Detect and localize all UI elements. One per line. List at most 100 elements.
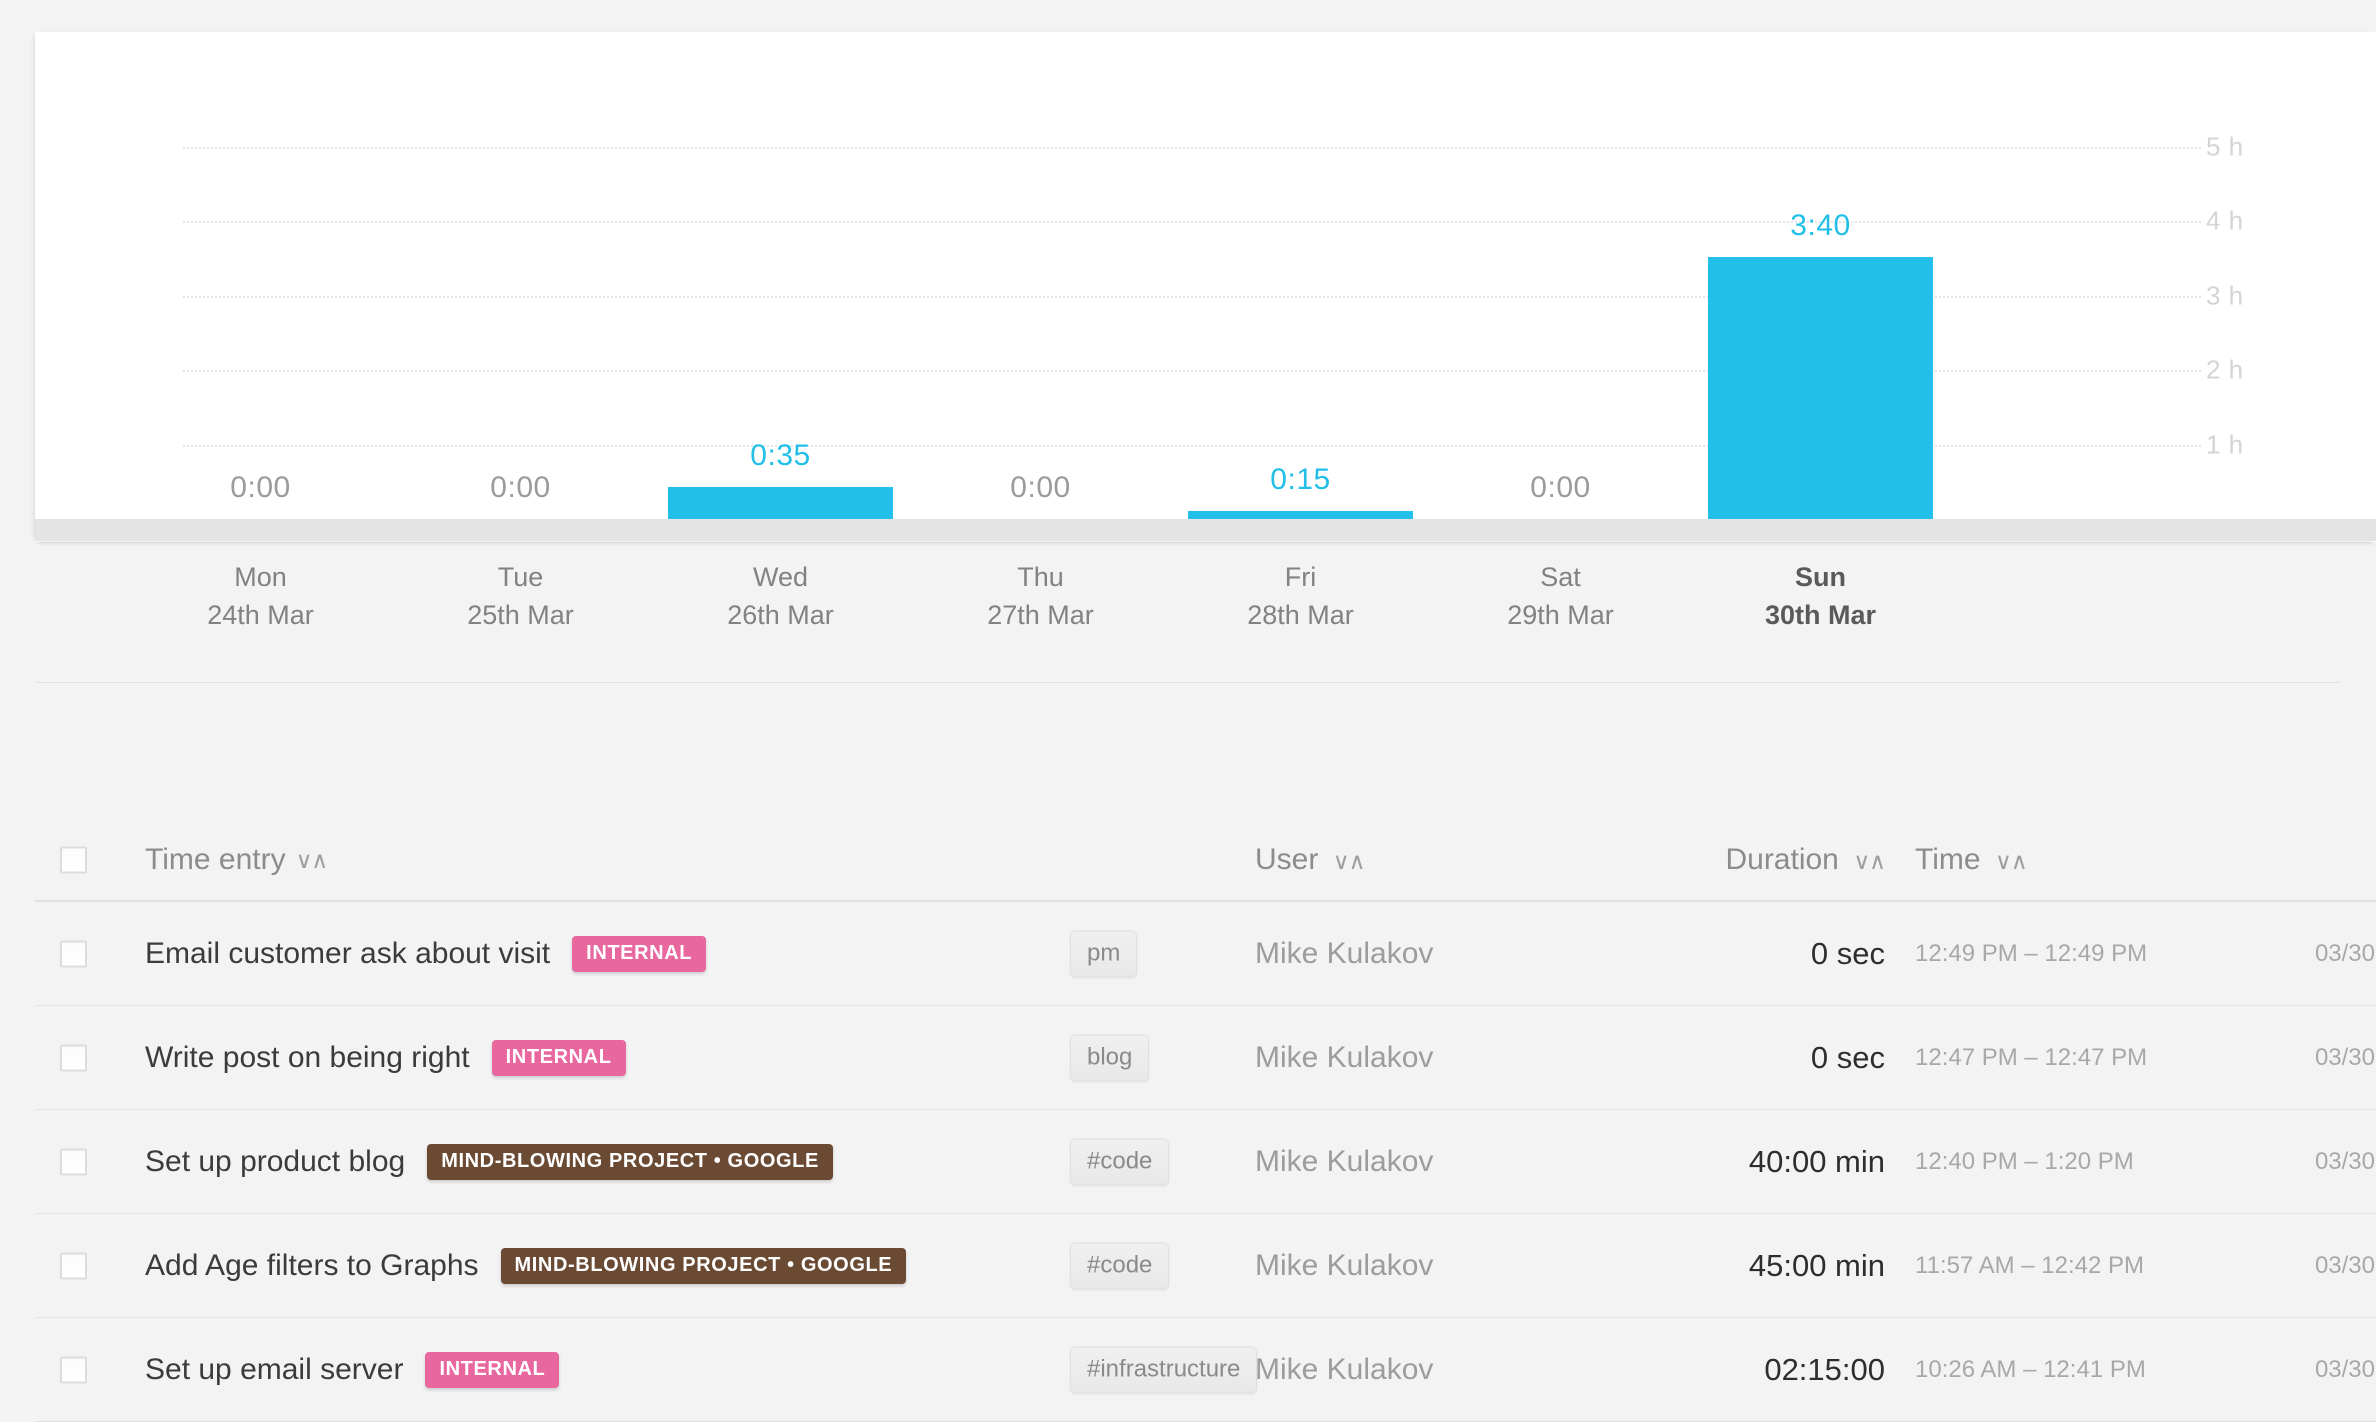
column-header-time-entry[interactable]: Time entry ∨∧ xyxy=(145,843,329,877)
time-entry-cell[interactable]: Email customer ask about visit INTERNAL xyxy=(145,935,707,972)
time-entries-table: Time entry ∨∧ User ∨∧ Duration ∨∧ Time ∨… xyxy=(35,820,2376,1422)
day-label-sat[interactable]: Sat 29th Mar xyxy=(1431,558,1691,634)
internal-badge[interactable]: INTERNAL xyxy=(491,1039,626,1076)
tag-cell[interactable]: #code xyxy=(1070,1138,1170,1185)
chart-column-sun[interactable]: 3:40 xyxy=(1708,20,1933,530)
bar-value-thu: 0:00 xyxy=(1010,471,1071,504)
time-range: 12:47 PM – 12:47 PM xyxy=(1915,1043,2148,1071)
internal-badge[interactable]: INTERNAL xyxy=(572,935,707,972)
day-date: 25th Mar xyxy=(467,600,574,630)
column-header-user-label: User xyxy=(1255,843,1319,876)
duration-cell[interactable]: 0 sec xyxy=(1465,936,1885,972)
day-of-week: Tue xyxy=(497,562,544,592)
sort-toggle-icon[interactable]: ∨∧ xyxy=(296,847,329,874)
chart-bars: 0:00 0:00 0:35 0:00 0:15 0:00 3:40 xyxy=(35,32,2376,542)
entry-tag[interactable]: pm xyxy=(1070,930,1138,977)
internal-badge[interactable]: INTERNAL xyxy=(425,1351,560,1388)
user-name: Mike Kulakov xyxy=(1255,1040,1434,1074)
day-label-sun[interactable]: Sun 30th Mar xyxy=(1691,558,1951,634)
project-badge[interactable]: MIND-BLOWING PROJECT • GOOGLE xyxy=(500,1247,907,1284)
duration-cell[interactable]: 02:15:00 xyxy=(1465,1352,1885,1388)
column-header-duration[interactable]: Duration ∨∧ xyxy=(1465,843,1886,877)
entry-tag[interactable]: blog xyxy=(1070,1034,1150,1081)
time-range: 12:40 PM – 1:20 PM xyxy=(1915,1147,2134,1175)
day-date: 24th Mar xyxy=(207,600,314,630)
day-date: 29th Mar xyxy=(1507,600,1614,630)
time-entry-cell[interactable]: Write post on being right INTERNAL xyxy=(145,1039,626,1076)
select-all-checkbox[interactable] xyxy=(60,846,87,874)
chart-column-mon[interactable]: 0:00 xyxy=(148,20,373,530)
row-checkbox-cell[interactable] xyxy=(60,940,87,967)
sort-toggle-icon[interactable]: ∨∧ xyxy=(1995,848,2028,874)
day-label-thu[interactable]: Thu 27th Mar xyxy=(911,558,1171,634)
row-checkbox[interactable] xyxy=(60,1252,87,1279)
tag-cell[interactable]: #code xyxy=(1070,1242,1170,1289)
time-range-cell[interactable]: 12:47 PM – 12:47 PM xyxy=(1915,1044,2235,1072)
duration-cell[interactable]: 40:00 min xyxy=(1465,1144,1885,1180)
time-range-cell[interactable]: 11:57 AM – 12:42 PM xyxy=(1915,1252,2235,1280)
time-entry-title: Add Age filters to Graphs xyxy=(145,1248,479,1282)
chart-column-tue[interactable]: 0:00 xyxy=(408,20,633,530)
time-range-cell[interactable]: 12:40 PM – 1:20 PM xyxy=(1915,1148,2235,1176)
duration-value: 02:15:00 xyxy=(1764,1351,1885,1387)
day-label-wed[interactable]: Wed 26th Mar xyxy=(651,558,911,634)
row-checkbox[interactable] xyxy=(60,1356,87,1383)
chart-column-thu[interactable]: 0:00 xyxy=(928,20,1153,530)
column-header-time-entry-label: Time entry xyxy=(145,843,286,876)
table-row[interactable]: Email customer ask about visit INTERNAL pm… xyxy=(35,902,2376,1006)
entry-date: 03/30 xyxy=(2314,1251,2375,1279)
table-row[interactable]: Set up product blog MIND-BLOWING PROJECT … xyxy=(35,1110,2376,1214)
tag-cell[interactable]: pm xyxy=(1070,930,1138,977)
select-all-checkbox-cell[interactable] xyxy=(60,846,87,874)
sort-toggle-icon[interactable]: ∨∧ xyxy=(1333,848,1366,874)
day-label-mon[interactable]: Mon 24th Mar xyxy=(131,558,391,634)
entry-tag[interactable]: #code xyxy=(1070,1138,1170,1185)
row-checkbox[interactable] xyxy=(60,1148,87,1175)
date-cell: 03/30 xyxy=(2235,1148,2375,1176)
entry-tag[interactable]: #code xyxy=(1070,1242,1170,1289)
user-name: Mike Kulakov xyxy=(1255,1144,1434,1178)
time-entry-cell[interactable]: Set up product blog MIND-BLOWING PROJECT … xyxy=(145,1143,833,1180)
day-of-week: Thu xyxy=(1017,562,1064,592)
day-of-week: Sat xyxy=(1540,562,1581,592)
row-checkbox-cell[interactable] xyxy=(60,1148,87,1175)
row-checkbox[interactable] xyxy=(60,940,87,967)
chart-column-fri[interactable]: 0:15 xyxy=(1188,20,1413,530)
bar-sun[interactable] xyxy=(1708,256,1933,530)
table-row[interactable]: Add Age filters to Graphs MIND-BLOWING PR… xyxy=(35,1214,2376,1318)
date-cell: 03/30 xyxy=(2235,1356,2375,1384)
row-checkbox-cell[interactable] xyxy=(60,1252,87,1279)
entry-date: 03/30 xyxy=(2314,1147,2375,1175)
time-entry-title: Set up product blog xyxy=(145,1144,406,1178)
table-body: Email customer ask about visit INTERNAL pm… xyxy=(35,902,2376,1422)
time-entry-title: Email customer ask about visit xyxy=(145,936,551,970)
day-label-tue[interactable]: Tue 25th Mar xyxy=(391,558,651,634)
duration-cell[interactable]: 45:00 min xyxy=(1465,1248,1885,1284)
duration-cell[interactable]: 0 sec xyxy=(1465,1040,1885,1076)
time-entry-title: Write post on being right xyxy=(145,1040,470,1074)
time-range-cell[interactable]: 12:49 PM – 12:49 PM xyxy=(1915,940,2235,968)
duration-value: 40:00 min xyxy=(1748,1143,1885,1179)
time-entry-cell[interactable]: Add Age filters to Graphs MIND-BLOWING PR… xyxy=(145,1247,907,1284)
sort-toggle-icon[interactable]: ∨∧ xyxy=(1853,848,1886,874)
chart-x-axis-day-labels: Mon 24th Mar Tue 25th Mar Wed 26th Mar Thu 27th… xyxy=(35,548,2376,658)
row-checkbox-cell[interactable] xyxy=(60,1044,87,1071)
time-range-cell[interactable]: 10:26 AM – 12:41 PM xyxy=(1915,1356,2235,1384)
column-header-time[interactable]: Time ∨∧ xyxy=(1915,843,2235,877)
chart-column-sat[interactable]: 0:00 xyxy=(1448,20,1673,530)
time-range: 12:49 PM – 12:49 PM xyxy=(1915,939,2148,967)
row-checkbox-cell[interactable] xyxy=(60,1356,87,1383)
time-entry-cell[interactable]: Set up email server INTERNAL xyxy=(145,1351,560,1388)
tag-cell[interactable]: blog xyxy=(1070,1034,1150,1081)
table-row[interactable]: Set up email server INTERNAL #infrastructu… xyxy=(35,1318,2376,1422)
chart-column-wed[interactable]: 0:35 xyxy=(668,20,893,530)
time-range: 11:57 AM – 12:42 PM xyxy=(1915,1251,2145,1279)
section-divider xyxy=(35,682,2341,683)
user-name: Mike Kulakov xyxy=(1255,1352,1434,1386)
table-row[interactable]: Write post on being right INTERNAL blog Mik… xyxy=(35,1006,2376,1110)
day-label-fri[interactable]: Fri 28th Mar xyxy=(1171,558,1431,634)
row-checkbox[interactable] xyxy=(60,1044,87,1071)
bar-value-sun: 3:40 xyxy=(1790,208,1851,242)
project-badge[interactable]: MIND-BLOWING PROJECT • GOOGLE xyxy=(427,1143,833,1180)
weekly-chart-card: 1 h2 h3 h4 h5 h 0:00 0:00 0:35 0:00 0:15 0:00… xyxy=(35,32,2376,542)
